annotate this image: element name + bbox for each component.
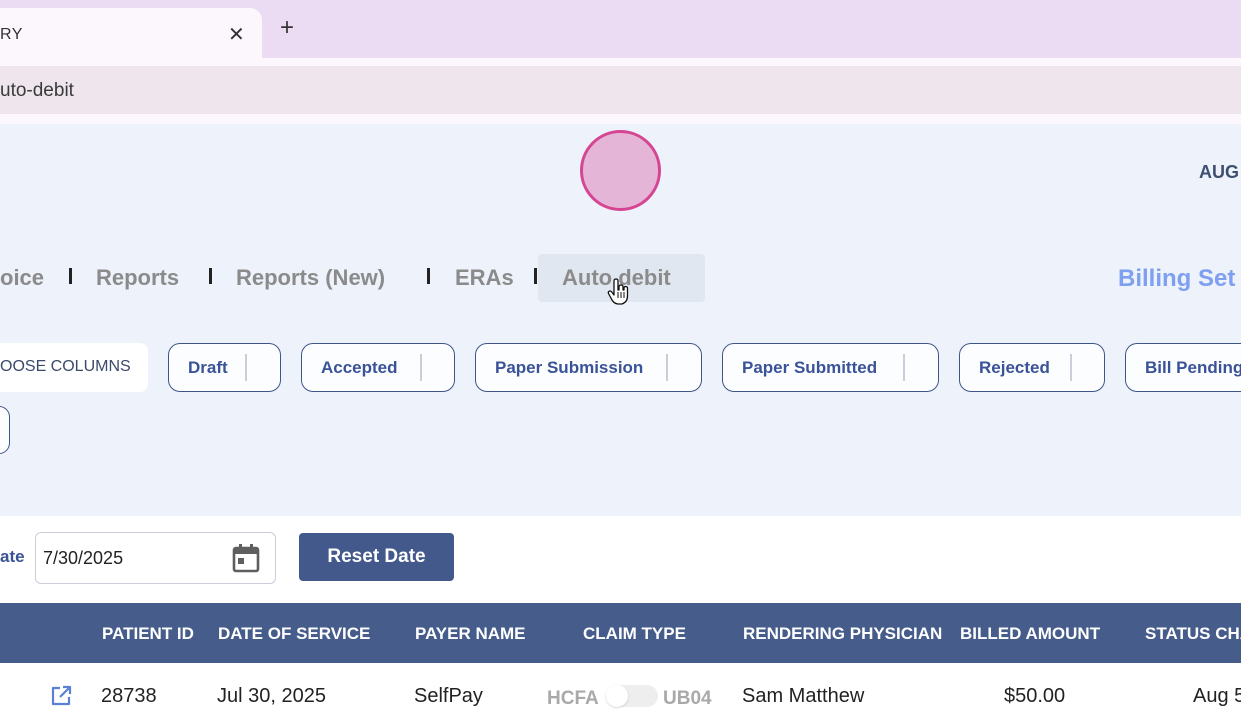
chip-label: Paper Submission [495,358,644,377]
cell-payer-name: SelfPay [414,685,483,707]
tab-title: RY [0,26,23,43]
column-header-payer-name[interactable]: PAYER NAME [415,624,526,644]
cell-billed-amount: $50.00 [1004,685,1066,707]
chip-label: Rejected [979,358,1050,377]
url-text: uto-debit [0,80,74,101]
claim-type-toggle[interactable] [606,685,658,707]
chip-overflow[interactable] [0,406,10,454]
date-filter-label: ate [0,547,25,566]
calendar-icon[interactable] [232,543,260,573]
chip-paper-submitted[interactable]: Paper Submitted [722,343,939,392]
table-row[interactable]: 28738 Jul 30, 2025 SelfPay HCFA UB04 Sam… [0,663,1241,720]
chip-divider [420,354,422,381]
cell-status-changed: Aug 5 [1193,685,1241,707]
nav-separator [209,268,212,284]
close-icon[interactable]: ✕ [228,22,245,47]
chip-divider [903,354,905,381]
chip-bill-pending[interactable]: Bill Pending [1125,343,1241,392]
chip-divider [1070,354,1072,381]
address-bar[interactable]: uto-debit [0,66,1241,114]
chip-label: Draft [188,358,228,377]
cell-patient-id: 28738 [101,685,157,707]
nav-item-eras[interactable]: ERAs [455,265,514,291]
nav-item-reports-new[interactable]: Reports (New) [236,265,385,291]
table-header: PATIENT ID DATE OF SERVICE PAYER NAME CL… [0,603,1241,663]
nav-item-invoice[interactable]: oice [0,265,44,291]
cell-date-of-service: Jul 30, 2025 [217,685,326,707]
browser-toolbar: uto-debit [0,58,1241,124]
click-indicator [580,130,661,211]
external-link-icon[interactable] [50,685,72,707]
chip-label: Bill Pending [1145,358,1241,377]
chip-accepted[interactable]: Accepted [301,343,455,392]
column-header-patient-id[interactable]: PATIENT ID [102,624,194,644]
nav-separator [534,268,537,284]
hand-cursor-icon [607,278,629,305]
column-header-status-changed[interactable]: STATUS CHA [1145,624,1241,644]
chip-paper-submission[interactable]: Paper Submission [475,343,702,392]
browser-tab[interactable]: RY ✕ [0,8,262,58]
column-header-date-of-service[interactable]: DATE OF SERVICE [218,624,370,644]
new-tab-button[interactable]: + [280,14,294,42]
nav-item-reports[interactable]: Reports [96,265,179,291]
chip-divider [666,354,668,381]
nav-separator [427,268,430,284]
cell-physician: Sam Matthew [742,685,865,707]
chip-label: Accepted [321,358,398,377]
main-nav: oice Reports Reports (New) ERAs Auto deb… [0,254,760,302]
chip-rejected[interactable]: Rejected [959,343,1105,392]
month-label: AUG [1199,162,1239,182]
toggle-knob [606,685,628,707]
billing-settings-link[interactable]: Billing Set [1118,265,1235,293]
chip-label: Paper Submitted [742,358,878,377]
choose-columns-button[interactable]: OOSE COLUMNS [0,343,148,392]
reset-date-button[interactable]: Reset Date [299,533,454,581]
column-header-claim-type[interactable]: CLAIM TYPE [583,624,686,644]
column-header-billed-amount[interactable]: BILLED AMOUNT [960,624,1100,644]
browser-tab-strip: RY ✕ + [0,0,1241,58]
claim-type-hcfa-label: HCFA [547,688,599,709]
claim-type-ub04-label: UB04 [663,688,712,709]
column-header-rendering-physician[interactable]: RENDERING PHYSICIAN [743,624,942,644]
chip-divider [245,354,247,381]
nav-separator [69,268,72,284]
chip-draft[interactable]: Draft [168,343,281,392]
